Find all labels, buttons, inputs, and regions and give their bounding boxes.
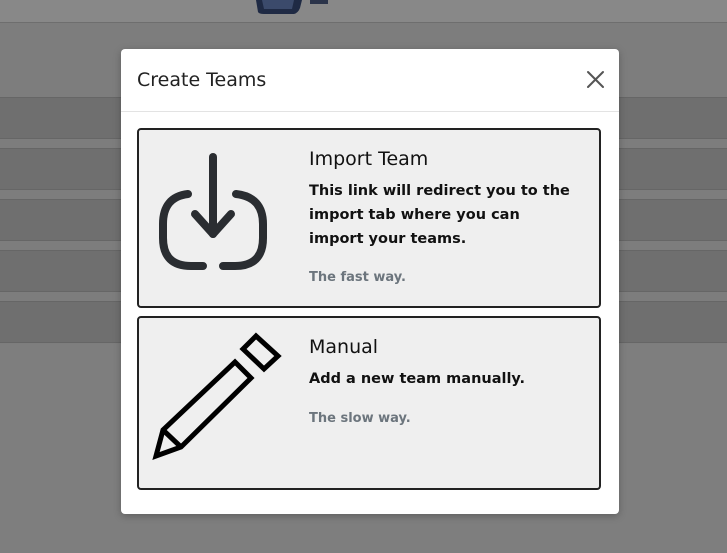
manual-note: The slow way.: [309, 411, 411, 426]
import-team-description: This link will redirect you to the impor…: [309, 183, 570, 247]
background-header: [0, 0, 727, 23]
create-teams-modal: Create Teams Import Team This link will …: [121, 49, 619, 514]
close-button[interactable]: [581, 67, 611, 93]
manual-title: Manual: [309, 336, 379, 358]
import-team-note: The fast way.: [309, 270, 406, 285]
import-team-title: Import Team: [309, 148, 429, 170]
manual-description: Add a new team manually.: [309, 371, 526, 387]
pencil-icon: [152, 332, 282, 460]
download-icon: [159, 153, 267, 270]
import-team-option[interactable]: Import Team This link will redirect you …: [137, 128, 601, 308]
manual-option[interactable]: Manual Add a new team manually. The slow…: [137, 316, 601, 490]
modal-header: Create Teams: [121, 49, 619, 112]
logo: [256, 0, 328, 14]
close-icon: [587, 71, 604, 88]
modal-title: Create Teams: [137, 69, 267, 91]
